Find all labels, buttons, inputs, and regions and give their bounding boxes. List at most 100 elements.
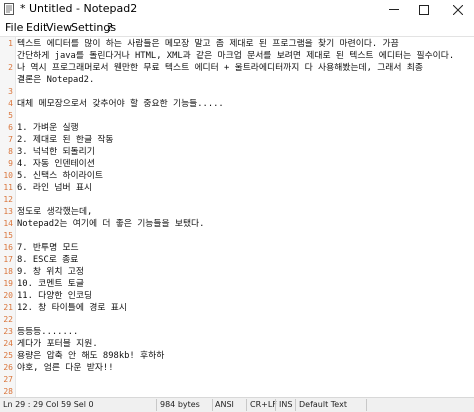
line-number: 6 (8, 123, 13, 132)
editor-line[interactable]: 22 (0, 314, 474, 326)
menu-file[interactable]: File (5, 21, 23, 34)
menu-help[interactable]: ? (107, 21, 113, 34)
editor-line[interactable]: 간단하게 java를 돌린다거나 HTML, XML과 같은 마크업 문서를 보… (0, 50, 474, 62)
line-text: 야호, 엄른 다운 받자!! (17, 363, 114, 373)
editor-line[interactable]: 28 (0, 386, 474, 397)
editor-line[interactable]: 9 4. 자동 인덴테이션 (0, 158, 474, 170)
line-text: 정도로 생각했는데, (17, 207, 93, 217)
status-divider (295, 399, 296, 411)
line-text: 9. 창 위치 고정 (17, 267, 84, 277)
status-divider (246, 399, 247, 411)
line-number: 17 (3, 255, 13, 264)
editor-line[interactable]: 6 1. 가벼운 실행 (0, 122, 474, 134)
line-number: 21 (3, 303, 13, 312)
line-number: 19 (3, 279, 13, 288)
line-number: 10 (3, 171, 13, 180)
minimize-button[interactable] (380, 0, 408, 19)
status-position: Ln 29 : 29 Col 59 Sel 0 (3, 400, 94, 409)
editor-line[interactable]: 21 12. 창 타이틀에 경로 표시 (0, 302, 474, 314)
line-number: 28 (3, 387, 13, 396)
line-number: 5 (8, 111, 13, 120)
editor-line[interactable]: 13 정도로 생각했는데, (0, 206, 474, 218)
editor-line[interactable]: 26 야호, 엄른 다운 받자!! (0, 362, 474, 374)
line-number: 7 (8, 135, 13, 144)
menu-edit[interactable]: Edit (26, 21, 47, 34)
line-number: 1 (8, 39, 13, 48)
line-number: 22 (3, 315, 13, 324)
line-text: 등등등....... (17, 327, 79, 337)
editor-line[interactable]: 14 Notepad2는 여기에 더 좋은 기능들을 보탰다. (0, 218, 474, 230)
editor-line[interactable]: 8 3. 넉넉한 되돌리기 (0, 146, 474, 158)
line-number: 12 (3, 195, 13, 204)
editor-line[interactable]: 17 8. ESC로 종료 (0, 254, 474, 266)
line-number: 8 (8, 147, 13, 156)
line-text: 나 역시 프로그래머로서 웬만한 무료 텍스트 에디터 + 울트라에디터까지 다… (17, 63, 423, 73)
line-number: 23 (3, 327, 13, 336)
editor-line[interactable]: 19 10. 코멘트 토글 (0, 278, 474, 290)
editor-line[interactable]: 24 게다가 포터블 지원. (0, 338, 474, 350)
editor-line[interactable]: 23 등등등....... (0, 326, 474, 338)
editor-line[interactable]: 3 (0, 86, 474, 98)
menu-view[interactable]: View (46, 21, 72, 34)
line-number: 14 (3, 219, 13, 228)
line-number: 24 (3, 339, 13, 348)
status-bar: Ln 29 : 29 Col 59 Sel 0 984 bytes ANSI C… (0, 397, 474, 412)
editor-line[interactable]: 25 용량은 압축 안 해도 898kb! 후하하 (0, 350, 474, 362)
menu-bar: File Edit View Settings ? (0, 19, 474, 37)
editor-line[interactable]: 7 2. 제대로 된 한글 작동 (0, 134, 474, 146)
notepad-app-icon (4, 3, 14, 15)
editor-line[interactable]: 12 (0, 194, 474, 206)
line-number: 16 (3, 243, 13, 252)
status-scheme[interactable]: Default Text (299, 400, 347, 409)
line-text: 3. 넉넉한 되돌리기 (17, 147, 95, 157)
status-eol[interactable]: CR+LF (250, 400, 277, 409)
maximize-button[interactable] (410, 0, 438, 19)
status-divider (275, 399, 276, 411)
line-text: 간단하게 java를 돌린다거나 HTML, XML과 같은 마크업 문서를 보… (17, 51, 455, 61)
line-number: 11 (3, 183, 13, 192)
text-editor[interactable]: 1 텍스트 에디터를 많이 하는 사람들은 메모장 말고 좀 제대로 된 프로그램… (0, 37, 474, 397)
line-text: 7. 반투명 모드 (17, 243, 79, 253)
status-ins[interactable]: INS (279, 400, 292, 409)
editor-line[interactable]: 결론은 Notepad2. (0, 74, 474, 86)
editor-line[interactable]: 4 대체 메모장으로서 갖추어야 할 중요한 기능들..... (0, 98, 474, 110)
line-text: Notepad2는 여기에 더 좋은 기능들을 보탰다. (17, 219, 205, 229)
line-text: 용량은 압축 안 해도 898kb! 후하하 (17, 351, 165, 361)
line-text: 12. 창 타이틀에 경로 표시 (17, 303, 127, 313)
status-divider (212, 399, 213, 411)
line-number: 25 (3, 351, 13, 360)
line-text: 1. 가벼운 실행 (17, 123, 79, 133)
line-number: 9 (8, 159, 13, 168)
line-text: 대체 메모장으로서 갖추어야 할 중요한 기능들..... (17, 99, 224, 109)
line-text: 결론은 Notepad2. (17, 75, 95, 85)
editor-line[interactable]: 18 9. 창 위치 고정 (0, 266, 474, 278)
window-title: * Untitled - Notepad2 (20, 2, 138, 15)
editor-line[interactable]: 2 나 역시 프로그래머로서 웬만한 무료 텍스트 에디터 + 울트라에디터까지 … (0, 62, 474, 74)
status-divider (156, 399, 157, 411)
status-divider (366, 399, 367, 411)
status-encoding[interactable]: ANSI (215, 400, 234, 409)
line-number: 18 (3, 267, 13, 276)
editor-line[interactable]: 20 11. 다양한 인코딩 (0, 290, 474, 302)
line-text: 2. 제대로 된 한글 작동 (17, 135, 114, 145)
title-bar[interactable]: * Untitled - Notepad2 (0, 0, 474, 20)
editor-line[interactable]: 10 5. 신택스 하이라이트 (0, 170, 474, 182)
status-size: 984 bytes (160, 400, 200, 409)
editor-line[interactable]: 16 7. 반투명 모드 (0, 242, 474, 254)
line-text: 11. 다양한 인코딩 (17, 291, 93, 301)
line-number: 4 (8, 99, 13, 108)
line-number: 13 (3, 207, 13, 216)
line-number: 27 (3, 375, 13, 384)
editor-line[interactable]: 11 6. 라인 넘버 표시 (0, 182, 474, 194)
editor-line[interactable]: 15 (0, 230, 474, 242)
editor-line[interactable]: 5 (0, 110, 474, 122)
close-button[interactable] (442, 0, 474, 19)
editor-line[interactable]: 1 텍스트 에디터를 많이 하는 사람들은 메모장 말고 좀 제대로 된 프로그램… (0, 38, 474, 50)
line-text: 6. 라인 넘버 표시 (17, 183, 93, 193)
line-number: 15 (3, 231, 13, 240)
line-text: 8. ESC로 종료 (17, 255, 79, 265)
editor-line[interactable]: 27 (0, 374, 474, 386)
line-number: 2 (8, 63, 13, 72)
line-number: 3 (8, 87, 13, 96)
line-text: 텍스트 에디터를 많이 하는 사람들은 메모장 말고 좀 제대로 된 프로그램을… (17, 39, 399, 49)
